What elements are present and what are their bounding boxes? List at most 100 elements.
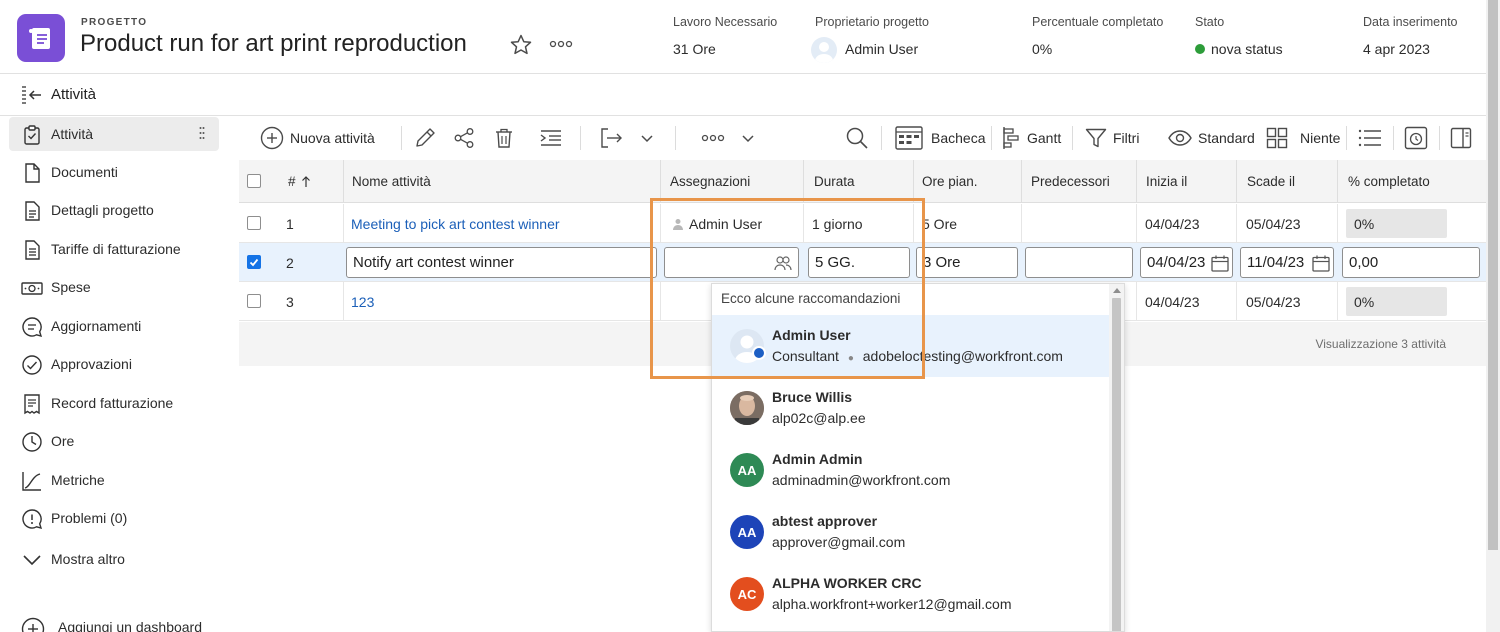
sidebar-item-updates[interactable]: Aggiornamenti (9, 309, 219, 343)
sidebar-add-dashboard[interactable]: Aggiungi un dashboard (9, 610, 219, 632)
column-header-planned-hours[interactable]: Ore pian. (922, 160, 978, 203)
column-header-due-date[interactable]: Scade il (1247, 160, 1295, 203)
drag-handle-icon[interactable] (199, 126, 205, 140)
list-settings-icon[interactable] (1358, 116, 1382, 160)
dropdown-scrollbar[interactable] (1109, 284, 1124, 631)
side-panel-toggle-icon[interactable] (1450, 116, 1472, 160)
more-actions-chevron-icon[interactable] (741, 116, 755, 160)
column-header-assignments[interactable]: Assegnazioni (670, 160, 750, 203)
status-value[interactable]: nova status (1211, 41, 1283, 57)
indent-icon[interactable] (539, 116, 563, 160)
delete-trash-icon[interactable] (494, 116, 514, 160)
sidebar-item-documents[interactable]: Documenti (9, 155, 219, 189)
column-header-number[interactable]: # (288, 160, 311, 203)
percent-complete-label: Percentuale completato (1032, 15, 1164, 29)
collapse-panel-icon[interactable] (20, 85, 42, 105)
task-name-link[interactable]: 123 (351, 282, 374, 321)
task-name-input[interactable]: Notify art contest winner (346, 247, 657, 278)
suggestion-option[interactable]: Admin User Consultant ● adobeloctesting@… (712, 315, 1111, 377)
filters-button[interactable]: Filtri (1085, 116, 1139, 160)
suggestion-option[interactable]: AA Admin Admin adminadmin@workfront.com (712, 439, 1111, 501)
move-to-icon[interactable] (600, 116, 624, 160)
add-circle-icon (21, 617, 45, 632)
sidebar-item-billing-rates[interactable]: Tariffe di fatturazione (9, 232, 219, 266)
assignment-input[interactable] (664, 247, 799, 278)
sidebar-item-label: Spese (51, 279, 91, 295)
task-name-link[interactable]: Meeting to pick art contest winner (351, 204, 656, 243)
table-row[interactable]: 1 Meeting to pick art contest winner Adm… (239, 204, 1486, 243)
due-date-cell[interactable]: 05/04/23 (1246, 282, 1301, 321)
column-header-name[interactable]: Nome attività (352, 160, 431, 203)
predecessors-input[interactable] (1025, 247, 1133, 278)
cell-divider (660, 282, 661, 321)
sidebar-item-expenses[interactable]: Spese (9, 270, 219, 304)
calendar-icon[interactable] (1209, 253, 1231, 274)
more-options-icon[interactable] (549, 40, 573, 48)
owner-avatar[interactable] (811, 37, 837, 63)
row-checkbox[interactable] (247, 216, 261, 230)
select-all-checkbox[interactable] (247, 174, 261, 188)
user-icon (672, 218, 684, 230)
column-divider (1337, 160, 1338, 203)
start-date-cell[interactable]: 04/04/23 (1145, 282, 1200, 321)
sidebar-item-hours[interactable]: Ore (9, 424, 219, 458)
grouping-selector-button[interactable]: Niente (1266, 116, 1340, 160)
suggestion-email: adobeloctesting@workfront.com (862, 348, 1063, 364)
sidebar-item-billing-records[interactable]: Record fatturazione (9, 386, 219, 420)
planned-hours-cell[interactable]: 5 Ore (922, 204, 957, 243)
sidebar-show-more[interactable]: Mostra altro (9, 542, 219, 576)
move-dropdown-chevron-icon[interactable] (640, 116, 654, 160)
column-header-duration[interactable]: Durata (814, 160, 855, 203)
edit-pencil-icon[interactable] (414, 116, 436, 160)
sidebar: Attività Documenti Dettagli progetto Tar… (0, 116, 238, 632)
suggestions-heading: Ecco alcune raccomandazioni (721, 291, 901, 306)
gantt-view-button[interactable]: Gantt (1001, 116, 1061, 160)
duration-cell[interactable]: 1 giorno (812, 204, 863, 243)
table-row[interactable]: 2 Notify art contest winner 5 GG. 3 Ore … (239, 243, 1486, 282)
sidebar-item-issues[interactable]: Problemi (0) (9, 501, 219, 535)
column-divider (1021, 160, 1022, 203)
row-checkbox[interactable] (247, 255, 261, 269)
timeline-icon[interactable] (1404, 116, 1428, 160)
suggestion-option[interactable]: AA abtest approver approver@gmail.com (712, 501, 1111, 563)
scroll-up-arrow-icon[interactable] (1113, 288, 1121, 293)
sidebar-item-approvals[interactable]: Approvazioni (9, 347, 219, 381)
sort-arrow-up-icon (301, 175, 311, 188)
comment-icon (21, 316, 43, 338)
gantt-icon (1001, 126, 1021, 150)
suggestion-option[interactable]: Bruce Willis alp02c@alp.ee (712, 377, 1111, 439)
percent-complete-cell[interactable]: 0% (1346, 287, 1447, 316)
status-dot (1195, 44, 1205, 54)
sidebar-item-project-details[interactable]: Dettagli progetto (9, 193, 219, 227)
scrollbar-thumb[interactable] (1112, 298, 1121, 631)
row-checkbox[interactable] (247, 294, 261, 308)
page-scrollbar-thumb[interactable] (1488, 0, 1498, 550)
share-icon[interactable] (453, 116, 475, 160)
planned-hours-input[interactable]: 3 Ore (916, 247, 1018, 278)
owner-value[interactable]: Admin User (845, 41, 918, 57)
calendar-icon[interactable] (1310, 253, 1332, 274)
toolbar-divider (675, 126, 676, 150)
more-actions-icon[interactable] (701, 116, 725, 160)
percent-complete-input[interactable]: 0,00 (1342, 247, 1480, 278)
column-header-start-date[interactable]: Inizia il (1146, 160, 1187, 203)
assignment-cell[interactable]: Admin User (672, 204, 762, 243)
sidebar-item-metrics[interactable]: Metriche (9, 463, 219, 497)
section-header: Attività (0, 75, 1486, 116)
column-header-predecessors[interactable]: Predecessori (1031, 160, 1110, 203)
entry-date-value: 4 apr 2023 (1363, 41, 1430, 57)
sidebar-item-tasks[interactable]: Attività (9, 117, 219, 151)
view-selector-button[interactable]: Standard (1168, 116, 1255, 160)
percent-complete-cell[interactable]: 0% (1346, 209, 1447, 238)
start-date-cell[interactable]: 04/04/23 (1145, 204, 1200, 243)
new-task-button[interactable]: Nuova attività (260, 116, 375, 160)
board-view-button[interactable]: Bacheca (895, 116, 985, 160)
duration-input[interactable]: 5 GG. (808, 247, 910, 278)
money-icon (21, 277, 43, 299)
toolbar-divider (881, 126, 882, 150)
column-header-percent-complete[interactable]: % completato (1348, 160, 1430, 203)
due-date-cell[interactable]: 05/04/23 (1246, 204, 1301, 243)
suggestion-option[interactable]: AC ALPHA WORKER CRC alpha.workfront+work… (712, 563, 1111, 625)
search-icon[interactable] (845, 116, 869, 160)
favorite-star-icon[interactable] (509, 33, 533, 57)
